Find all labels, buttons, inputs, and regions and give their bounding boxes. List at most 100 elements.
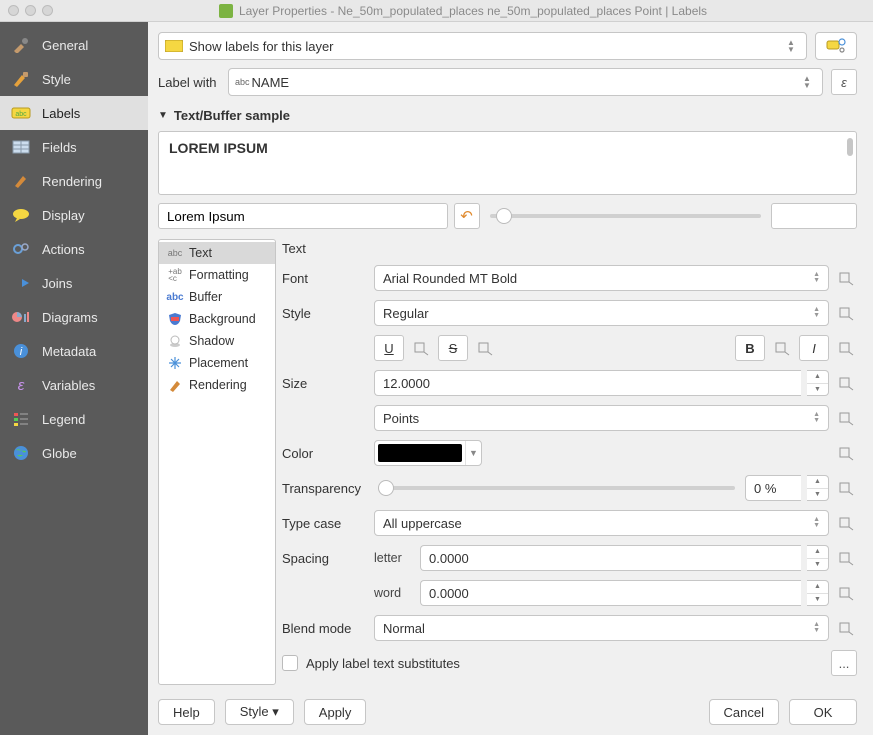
sidebar-item-legend[interactable]: Legend <box>0 402 148 436</box>
sample-size-slider[interactable] <box>486 203 766 229</box>
data-override-button[interactable] <box>835 512 857 534</box>
category-buffer[interactable]: abc Buffer <box>159 286 275 308</box>
data-override-button[interactable] <box>835 267 857 289</box>
data-override-button[interactable] <box>835 617 857 639</box>
sidebar-item-rendering[interactable]: Rendering <box>0 164 148 198</box>
sidebar-item-fields[interactable]: Fields <box>0 130 148 164</box>
style-menu-button[interactable]: Style ▾ <box>225 699 294 725</box>
help-button[interactable]: Help <box>158 699 215 725</box>
data-override-button[interactable] <box>835 582 857 604</box>
size-stepper[interactable]: ▲▼ <box>807 370 829 396</box>
sidebar-item-variables[interactable]: ε Variables <box>0 368 148 402</box>
data-override-button[interactable] <box>835 442 857 464</box>
ok-button[interactable]: OK <box>789 699 857 725</box>
sample-text-input[interactable] <box>158 203 448 229</box>
size-label: Size <box>282 376 366 391</box>
font-label: Font <box>282 271 366 286</box>
category-rendering[interactable]: Rendering <box>159 374 275 396</box>
category-shadow[interactable]: Shadow <box>159 330 275 352</box>
titlebar: Layer Properties - Ne_50m_populated_plac… <box>0 0 873 22</box>
section-sample-header: Text/Buffer sample <box>174 108 290 123</box>
spacing-word-input[interactable]: 0.0000 <box>420 580 801 606</box>
transparency-stepper[interactable]: ▲▼ <box>807 475 829 501</box>
color-picker-button[interactable]: ▼ <box>374 440 482 466</box>
spacing-letter-stepper[interactable]: ▲▼ <box>807 545 829 571</box>
category-formatting[interactable]: +ab<c Formatting <box>159 264 275 286</box>
color-swatch <box>378 444 462 462</box>
collapse-toggle[interactable]: ▼ <box>158 110 168 121</box>
font-dropdown[interactable]: Arial Rounded MT Bold ▲▼ <box>374 265 829 291</box>
window-minimize-button[interactable] <box>25 5 36 16</box>
reset-sample-button[interactable]: ↶ <box>454 203 480 229</box>
spacing-letter-input[interactable]: 0.0000 <box>420 545 801 571</box>
chevron-down-icon: ▼ <box>465 441 481 465</box>
spacing-word-stepper[interactable]: ▲▼ <box>807 580 829 606</box>
sidebar: General Style abc Labels Fields <box>0 22 148 735</box>
data-override-button[interactable] <box>835 407 857 429</box>
substitutes-config-button[interactable]: ... <box>831 650 857 676</box>
sidebar-item-metadata[interactable]: i Metadata <box>0 334 148 368</box>
label-icon <box>165 40 183 52</box>
label-config-button[interactable] <box>815 32 857 60</box>
italic-button[interactable]: I <box>799 335 829 361</box>
cancel-button[interactable]: Cancel <box>709 699 779 725</box>
spacing-word-label: word <box>374 586 414 600</box>
underline-button[interactable]: U <box>374 335 404 361</box>
font-style-dropdown[interactable]: Regular ▲▼ <box>374 300 829 326</box>
category-text[interactable]: abc Text <box>159 242 275 264</box>
apply-button[interactable]: Apply <box>304 699 367 725</box>
undo-icon: ↶ <box>460 207 473 225</box>
data-override-button[interactable] <box>835 372 857 394</box>
paintbrush-icon <box>10 172 32 190</box>
sample-bgcolor-swatch[interactable] <box>771 203 857 229</box>
sidebar-item-globe[interactable]: Globe <box>0 436 148 470</box>
size-input[interactable]: 12.0000 <box>374 370 801 396</box>
sidebar-item-labels[interactable]: abc Labels <box>0 96 148 130</box>
data-override-button[interactable] <box>835 477 857 499</box>
sidebar-item-label: Display <box>42 208 85 223</box>
sidebar-item-diagrams[interactable]: Diagrams <box>0 300 148 334</box>
label-mode-value: Show labels for this layer <box>189 39 334 54</box>
text-icon: abc <box>167 246 183 260</box>
typecase-dropdown[interactable]: All uppercase ▲▼ <box>374 510 829 536</box>
label-with-field-dropdown[interactable]: abc NAME ▲▼ <box>228 68 823 96</box>
sidebar-item-display[interactable]: Display <box>0 198 148 232</box>
bold-button[interactable]: B <box>735 335 765 361</box>
text-panel-heading: Text <box>282 241 306 256</box>
spacing-letter-label: letter <box>374 551 414 565</box>
app-icon <box>219 4 233 18</box>
render-icon <box>167 378 183 392</box>
color-label: Color <box>282 446 366 461</box>
sidebar-item-general[interactable]: General <box>0 28 148 62</box>
shadow-icon <box>167 334 183 348</box>
strikethrough-button[interactable]: S <box>438 335 468 361</box>
field-type-text-icon: abc <box>235 77 250 87</box>
label-mode-dropdown[interactable]: Show labels for this layer ▲▼ <box>158 32 807 60</box>
scrollbar-thumb[interactable] <box>847 138 853 156</box>
sidebar-item-joins[interactable]: Joins <box>0 266 148 300</box>
data-override-button[interactable] <box>771 337 793 359</box>
placement-icon <box>167 356 183 370</box>
window-close-button[interactable] <box>8 5 19 16</box>
data-override-button[interactable] <box>835 302 857 324</box>
data-override-button[interactable] <box>474 337 496 359</box>
sidebar-item-label: Metadata <box>42 344 96 359</box>
wrench-icon <box>10 36 32 54</box>
category-background[interactable]: Background <box>159 308 275 330</box>
expression-button[interactable]: ε <box>831 69 857 95</box>
size-unit-dropdown[interactable]: Points ▲▼ <box>374 405 829 431</box>
globe-icon <box>10 444 32 462</box>
data-override-button[interactable] <box>835 547 857 569</box>
sidebar-item-style[interactable]: Style <box>0 62 148 96</box>
transparency-slider[interactable] <box>374 475 739 501</box>
sidebar-item-label: Fields <box>42 140 77 155</box>
gears-icon <box>10 240 32 258</box>
transparency-input[interactable]: 0 % <box>745 475 801 501</box>
window-zoom-button[interactable] <box>42 5 53 16</box>
data-override-button[interactable] <box>410 337 432 359</box>
data-override-button[interactable] <box>835 337 857 359</box>
blend-mode-dropdown[interactable]: Normal ▲▼ <box>374 615 829 641</box>
sidebar-item-actions[interactable]: Actions <box>0 232 148 266</box>
apply-substitutes-checkbox[interactable] <box>282 655 298 671</box>
category-placement[interactable]: Placement <box>159 352 275 374</box>
